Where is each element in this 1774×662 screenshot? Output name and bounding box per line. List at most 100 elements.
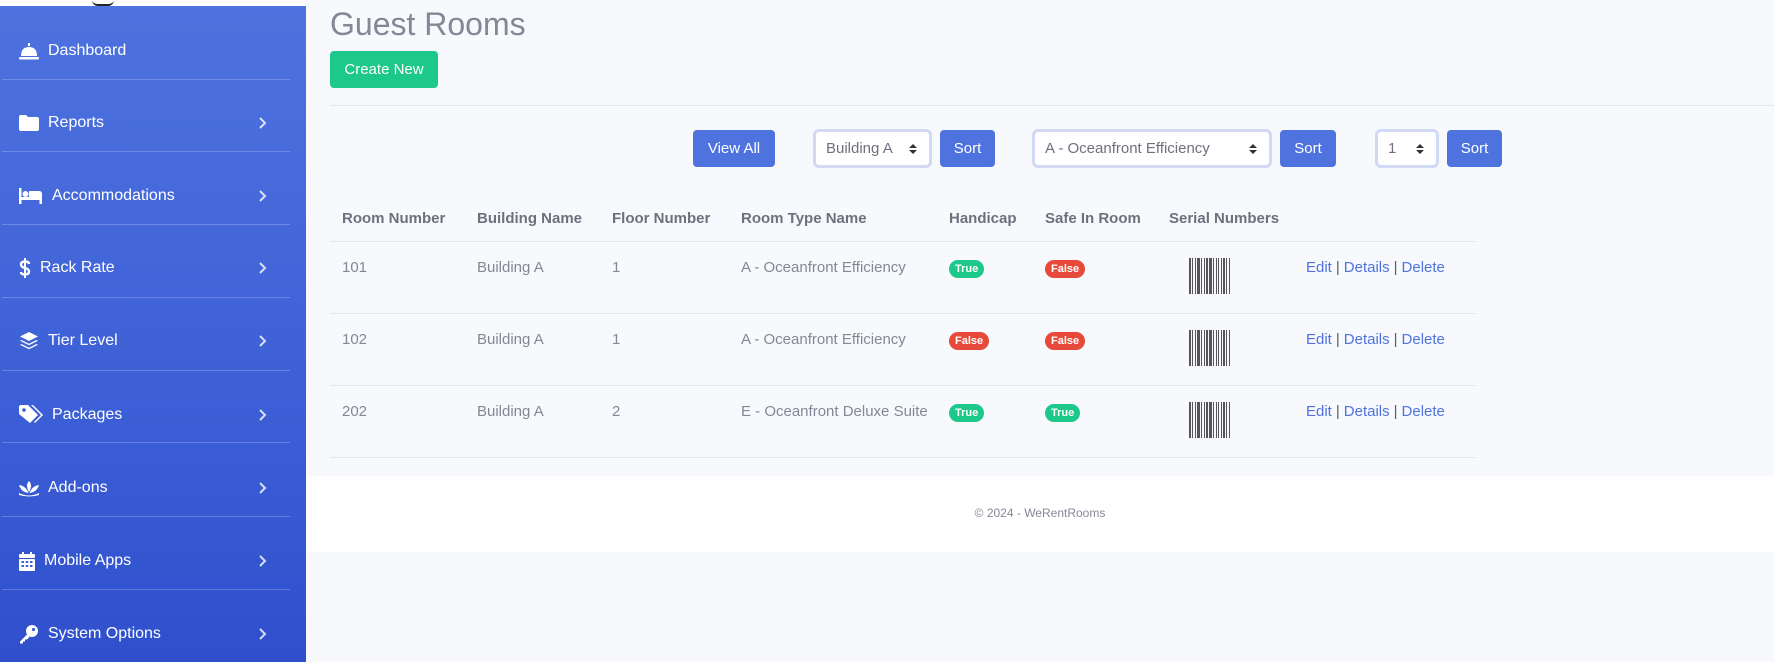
safe-badge: True [1045,404,1081,422]
sidebar-item-mobile-apps[interactable]: Mobile Apps [2,525,290,597]
cell-serial [1157,385,1294,458]
chevron-right-icon [259,555,267,567]
select-arrows-icon [1416,144,1424,154]
separator: | [1393,403,1398,420]
sidebar-item-label: Tier Level [48,332,118,349]
cell-floor: 2 [600,385,729,458]
cell-floor: 1 [600,241,729,314]
spa-icon [18,477,40,499]
building-select[interactable]: Building A [813,129,932,168]
sidebar-item-rack-rate[interactable]: Rack Rate [2,232,290,304]
delete-link[interactable]: Delete [1402,259,1445,276]
bed-icon [18,185,44,207]
sidebar-item-system-options[interactable]: System Options [2,598,290,662]
chevron-right-icon [259,262,267,274]
column-header: Room Number [330,196,465,242]
logo-fragment [92,0,114,6]
sidebar-item-reports[interactable]: Reports [2,87,290,159]
sidebar-item-label: System Options [48,625,161,642]
room-type-select-value: A - Oceanfront Efficiency [1045,140,1210,157]
table-row: 202 Building A 2 E - Oceanfront Deluxe S… [330,385,1476,458]
cell-safe: False [1033,241,1157,314]
sidebar-divider [2,297,290,298]
edit-link[interactable]: Edit [1306,259,1332,276]
sort-floor-button[interactable]: Sort [1447,130,1502,167]
cell-building: Building A [465,385,600,458]
cell-actions: Edit | Details | Delete [1294,385,1476,458]
separator: | [1393,331,1398,348]
sidebar-divider [2,151,290,152]
calendar-icon [18,550,36,572]
separator: | [1335,331,1340,348]
sidebar-item-packages[interactable]: Packages [2,379,290,451]
separator: | [1335,259,1340,276]
barcode-icon [1189,258,1230,294]
sidebar-item-dashboard[interactable]: Dashboard [2,15,290,87]
sidebar-item-label: Packages [52,406,123,423]
sidebar: Dashboard Reports Accommodations Rack Ra… [0,0,306,662]
cell-serial [1157,241,1294,314]
column-header-actions [1294,196,1476,242]
sidebar-item-label: Add-ons [48,479,108,496]
details-link[interactable]: Details [1344,331,1390,348]
cell-room-number: 102 [330,313,465,386]
column-header: Building Name [465,196,600,242]
rooms-table: Room Number Building Name Floor Number R… [330,196,1476,458]
room-type-select[interactable]: A - Oceanfront Efficiency [1032,129,1272,168]
sidebar-divider [2,224,290,225]
dollar-icon [18,257,32,279]
chevron-right-icon [259,628,267,640]
cell-room-type: A - Oceanfront Efficiency [729,313,937,386]
header-divider [330,105,1774,106]
handicap-badge: True [949,260,985,278]
table-header-row: Room Number Building Name Floor Number R… [330,196,1476,242]
sidebar-divider [2,516,290,517]
cell-room-type: E - Oceanfront Deluxe Suite [729,385,937,458]
sidebar-item-accommodations[interactable]: Accommodations [2,160,290,232]
main-content: Guest Rooms Create New View All Building… [306,0,1774,662]
sidebar-item-add-ons[interactable]: Add-ons [2,452,290,524]
chevron-right-icon [259,190,267,202]
floor-select[interactable]: 1 [1375,129,1439,168]
delete-link[interactable]: Delete [1402,331,1445,348]
sort-building-button[interactable]: Sort [940,130,995,167]
sidebar-divider [2,370,290,371]
table-row: 102 Building A 1 A - Oceanfront Efficien… [330,313,1476,386]
cell-handicap: True [937,241,1033,314]
key-icon [18,623,40,645]
details-link[interactable]: Details [1344,259,1390,276]
safe-badge: False [1045,332,1086,350]
sidebar-item-tier-level[interactable]: Tier Level [2,305,290,377]
edit-link[interactable]: Edit [1306,403,1332,420]
edit-link[interactable]: Edit [1306,331,1332,348]
cell-actions: Edit | Details | Delete [1294,313,1476,386]
table-row: 101 Building A 1 A - Oceanfront Efficien… [330,241,1476,314]
sidebar-item-label: Mobile Apps [44,552,132,569]
cell-room-number: 202 [330,385,465,458]
cell-building: Building A [465,241,600,314]
details-link[interactable]: Details [1344,403,1390,420]
footer-copyright: © 2024 - WeRentRooms [974,506,1106,520]
column-header: Handicap [937,196,1033,242]
tags-icon [18,404,44,426]
barcode-icon [1189,330,1230,366]
cell-handicap: True [937,385,1033,458]
folder-icon [18,112,40,134]
bell-concierge-icon [18,40,40,62]
chevron-right-icon [259,335,267,347]
floor-select-value: 1 [1388,140,1397,157]
separator: | [1393,259,1398,276]
delete-link[interactable]: Delete [1402,403,1445,420]
column-header: Serial Numbers [1157,196,1294,242]
cell-handicap: False [937,313,1033,386]
handicap-badge: False [949,332,990,350]
cell-room-number: 101 [330,241,465,314]
separator: | [1335,403,1340,420]
create-new-button[interactable]: Create New [330,51,438,88]
view-all-button[interactable]: View All [693,130,775,167]
safe-badge: False [1045,260,1086,278]
sidebar-item-label: Accommodations [52,187,175,204]
layers-icon [18,330,40,352]
sort-room-type-button[interactable]: Sort [1280,130,1336,167]
cell-room-type: A - Oceanfront Efficiency [729,241,937,314]
